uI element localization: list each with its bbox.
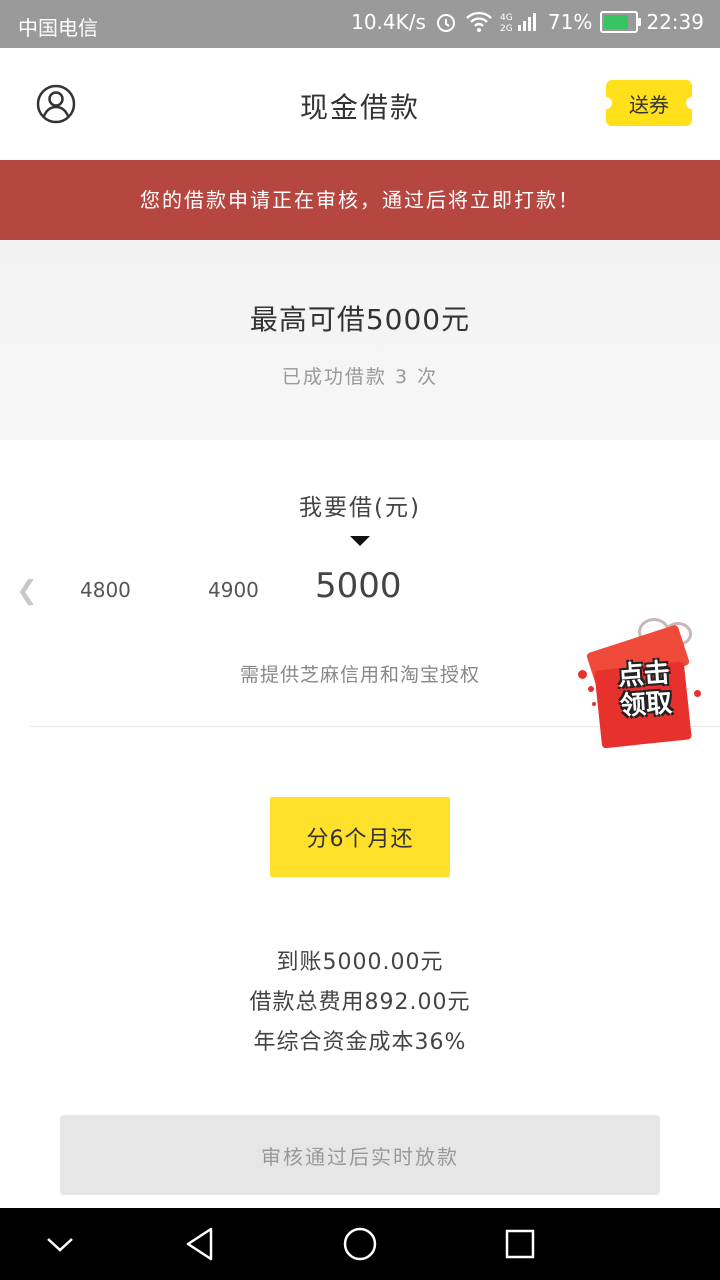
svg-text:2G: 2G	[500, 24, 513, 33]
signal-icon: 4G 2G	[500, 13, 536, 33]
submit-button[interactable]: 审核通过后实时放款	[60, 1115, 660, 1195]
system-nav-bar	[0, 1208, 720, 1280]
loan-count: 已成功借款 3 次	[281, 366, 439, 388]
back-icon[interactable]	[160, 1208, 240, 1280]
wifi-icon	[466, 11, 492, 32]
alarm-icon	[436, 14, 455, 32]
annual-cost-rate: 年综合资金成本36%	[253, 1030, 467, 1055]
chevron-down-icon[interactable]	[20, 1208, 100, 1280]
app-header: 现金借款 送券	[0, 48, 720, 161]
network-speed: 10.4K/s	[351, 10, 426, 34]
home-icon[interactable]	[320, 1208, 400, 1280]
svg-text:4G: 4G	[500, 13, 513, 23]
recents-icon[interactable]	[480, 1208, 560, 1280]
battery-percent: 71%	[547, 10, 593, 34]
review-notice-banner: 您的借款申请正在审核，通过后将立即打款！	[0, 160, 720, 240]
coupon-button[interactable]: 送券	[600, 80, 698, 126]
selection-pointer-icon	[350, 536, 370, 546]
status-icons: 10.4K/s 4G 2G 71% 22:39	[351, 10, 704, 34]
credit-limit-panel: 最高可借5000元 已成功借款 3 次	[0, 240, 720, 440]
battery-icon	[600, 11, 642, 33]
total-fee: 借款总费用892.00元	[249, 990, 471, 1015]
amount-option[interactable]: 4800	[80, 578, 131, 602]
selected-amount[interactable]: 5000	[315, 566, 402, 606]
received-amount: 到账5000.00元	[276, 950, 444, 975]
repayment-plan-button[interactable]: 分6个月还	[270, 797, 450, 877]
chevron-left-icon[interactable]: ❮	[16, 576, 38, 606]
gift-box-label: 点击 领取	[616, 658, 674, 722]
gift-box-promo[interactable]: 点击 领取	[576, 616, 704, 749]
carrier-label: 中国电信	[18, 16, 98, 40]
clock: 22:39	[646, 10, 704, 34]
max-loan-amount: 最高可借5000元	[249, 303, 471, 336]
borrow-amount-label: 我要借(元)	[299, 495, 421, 521]
status-bar: 中国电信 10.4K/s 4G 2G 71% 22:39	[0, 0, 720, 48]
amount-option[interactable]: 4900	[208, 578, 259, 602]
